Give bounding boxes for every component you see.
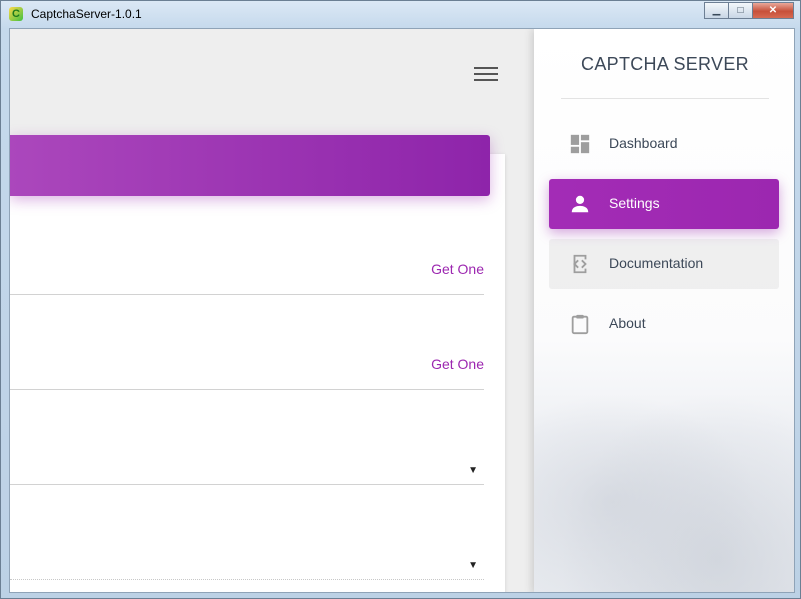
settings-card: Get One Get One ▼ ▼	[10, 154, 505, 592]
chevron-down-icon[interactable]: ▼	[468, 465, 478, 476]
minimize-button[interactable]: ▁	[704, 2, 729, 19]
sidebar-background-image	[534, 364, 794, 592]
window-controls: ▁ □ ✕	[704, 2, 794, 19]
sidebar-item-label: Dashboard	[609, 135, 678, 151]
text-field-1[interactable]: Get One	[10, 199, 484, 295]
get-one-link-2[interactable]: Get One	[431, 356, 484, 372]
sidebar-item-settings[interactable]: Settings	[549, 179, 779, 229]
person-icon	[571, 195, 589, 213]
dashboard-icon	[570, 134, 590, 154]
menu-toggle-icon[interactable]	[474, 67, 498, 83]
code-doc-icon	[573, 254, 587, 274]
app-logo-icon: C	[9, 7, 23, 21]
chevron-down-icon[interactable]: ▼	[468, 560, 478, 571]
sidebar-item-documentation[interactable]: Documentation	[549, 239, 779, 289]
close-button[interactable]: ✕	[752, 2, 794, 19]
card-header	[10, 135, 490, 196]
maximize-button[interactable]: □	[728, 2, 753, 19]
app-client-area: Get One Get One ▼ ▼ CAPTCHA SERVER Dashb…	[9, 28, 795, 593]
sidebar-item-label: About	[609, 315, 646, 331]
sidebar-brand[interactable]: CAPTCHA SERVER	[534, 54, 794, 75]
window-title: CaptchaServer-1.0.1	[31, 7, 142, 21]
app-window: C CaptchaServer-1.0.1 ▁ □ ✕ Get One Get …	[0, 0, 801, 599]
get-one-link-1[interactable]: Get One	[431, 261, 484, 277]
sidebar-item-about[interactable]: About	[549, 299, 779, 349]
text-field-2[interactable]: Get One	[10, 294, 484, 390]
sidebar-divider	[561, 98, 769, 99]
select-field-1[interactable]: ▼	[10, 389, 484, 485]
title-bar[interactable]: C CaptchaServer-1.0.1 ▁ □ ✕	[1, 1, 800, 28]
clipboard-icon	[571, 314, 589, 335]
sidebar-item-label: Documentation	[609, 255, 704, 271]
sidebar-item-label: Settings	[609, 195, 660, 211]
select-field-2[interactable]: ▼	[10, 484, 484, 580]
sidebar-item-dashboard[interactable]: Dashboard	[549, 119, 779, 169]
sidebar: CAPTCHA SERVER Dashboard Settings Docume…	[534, 29, 794, 592]
